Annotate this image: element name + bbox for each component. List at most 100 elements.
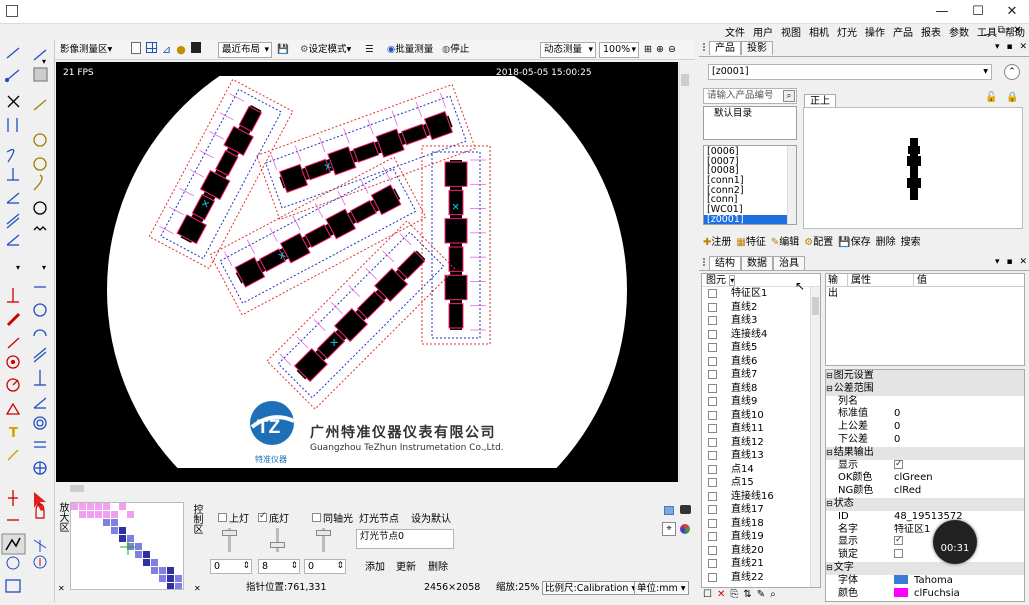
- tree-item-checkbox[interactable]: [708, 478, 717, 488]
- panel-close-icon[interactable]: ✕: [1019, 257, 1027, 267]
- lock-icon[interactable]: 🔒: [1006, 92, 1018, 103]
- recent-layout-select[interactable]: 最近布局: [218, 42, 272, 58]
- spinner-icon[interactable]: ⇕: [336, 560, 344, 573]
- collapse-icon[interactable]: ⊟: [826, 370, 833, 383]
- tree-item-checkbox[interactable]: [708, 410, 717, 420]
- property-row[interactable]: 颜色 clFuchsia: [826, 588, 1024, 601]
- tree-item-checkbox[interactable]: [708, 383, 717, 393]
- checkbox[interactable]: [218, 513, 227, 522]
- tab-projection[interactable]: 投影: [741, 41, 773, 55]
- tree-item[interactable]: 连接线16: [702, 490, 820, 504]
- tree-item-checkbox[interactable]: [708, 316, 717, 326]
- drawing-tools-icons[interactable]: T ▾ ▾ ▾: [0, 40, 55, 602]
- unit-select[interactable]: 单位:mm ▾: [634, 581, 689, 595]
- product-action-4[interactable]: 💾保存: [838, 233, 870, 248]
- tree-item[interactable]: 直线8: [702, 382, 820, 396]
- property-section[interactable]: ⊟ 公差范围: [826, 382, 1024, 396]
- tree-item-checkbox[interactable]: [708, 451, 717, 461]
- checkbox[interactable]: [258, 511, 267, 522]
- product-action-1[interactable]: ▦特征: [736, 233, 765, 248]
- tree-item[interactable]: 直线13: [702, 449, 820, 463]
- menu-item-7[interactable]: 报表: [921, 24, 941, 39]
- save-icon[interactable]: [190, 42, 201, 53]
- set-default-button[interactable]: 设为默认: [411, 510, 451, 525]
- property-value[interactable]: [890, 396, 1024, 409]
- camera-snapshot-icon[interactable]: [680, 505, 691, 514]
- tab-structure[interactable]: 结构: [709, 256, 741, 270]
- property-section[interactable]: ⊟ 文字: [826, 561, 1024, 575]
- light-slider-0[interactable]: [222, 528, 237, 552]
- product-select[interactable]: [z0001] ▾: [708, 64, 992, 80]
- tab-product[interactable]: 产品: [709, 41, 741, 55]
- add-button[interactable]: 添加: [365, 558, 385, 573]
- property-value[interactable]: clFuchsia: [890, 588, 1024, 601]
- tree-item[interactable]: 点15: [702, 476, 820, 490]
- checkbox[interactable]: [312, 513, 321, 522]
- tree-item[interactable]: 直线22: [702, 571, 820, 585]
- property-row[interactable]: 列名: [826, 396, 1024, 409]
- property-row[interactable]: 标准值 0: [826, 408, 1024, 421]
- zoom-in-icon[interactable]: ⊕: [656, 42, 664, 58]
- tree-item[interactable]: 直线11: [702, 422, 820, 436]
- chart-icon[interactable]: ⊿: [162, 42, 171, 58]
- property-section[interactable]: ⊟ 状态: [826, 497, 1024, 511]
- dropdown-icon[interactable]: ▾: [995, 42, 1000, 52]
- property-value[interactable]: clGreen: [890, 472, 1024, 485]
- menu-item-4[interactable]: 灯光: [837, 24, 857, 39]
- copy-icon[interactable]: ⎘: [730, 589, 738, 600]
- crosshair-toggle-icon[interactable]: ⌖: [662, 522, 676, 536]
- light-value-input-0[interactable]: 0 ⇕: [210, 559, 252, 574]
- grid-icon[interactable]: [146, 42, 157, 53]
- delete-button[interactable]: 删除: [428, 558, 448, 573]
- calibration-select[interactable]: 比例尺:Calibration ▾: [542, 581, 640, 595]
- light-slider-2[interactable]: [316, 528, 331, 552]
- menu-item-6[interactable]: 产品: [893, 24, 913, 39]
- tree-item-checkbox[interactable]: [708, 532, 717, 542]
- tab-fixture[interactable]: 治具: [773, 256, 805, 270]
- property-row[interactable]: OK颜色 clGreen: [826, 472, 1024, 485]
- product-action-2[interactable]: ✎编辑: [771, 233, 799, 248]
- property-checkbox[interactable]: [894, 459, 903, 470]
- tree-item-checkbox[interactable]: [708, 289, 717, 299]
- tree-item[interactable]: 点14: [702, 463, 820, 477]
- property-row[interactable]: ID 48_19513572: [826, 511, 1024, 524]
- menu-item-3[interactable]: 相机: [809, 24, 829, 39]
- property-row[interactable]: 上公差 0: [826, 421, 1024, 434]
- light-value-input-1[interactable]: 8 ⇕: [258, 559, 300, 574]
- minimize-button[interactable]: —: [925, 0, 959, 24]
- menu-item-8[interactable]: 参数: [949, 24, 969, 39]
- property-value[interactable]: [890, 459, 1024, 473]
- tree-item[interactable]: 直线6: [702, 355, 820, 369]
- viewport-horizontal-scrollbar[interactable]: [56, 483, 690, 494]
- tree-item-checkbox[interactable]: [708, 356, 717, 366]
- measure-area-dropdown[interactable]: 影像测量区▾: [60, 42, 112, 58]
- zoom-select[interactable]: 100%: [599, 42, 639, 58]
- tree-item-checkbox[interactable]: [708, 572, 717, 582]
- property-value[interactable]: Tahoma: [890, 575, 1024, 588]
- tree-item-checkbox[interactable]: [708, 505, 717, 515]
- tree-item[interactable]: 直线5: [702, 341, 820, 355]
- checkbox-icon[interactable]: ☐: [703, 589, 712, 600]
- output-table[interactable]: 输出 属性 值: [825, 273, 1025, 366]
- tree-item[interactable]: 直线2: [702, 301, 820, 315]
- menu-item-5[interactable]: 操作: [865, 24, 885, 39]
- tree-item-checkbox[interactable]: [708, 545, 717, 555]
- property-row[interactable]: 显示: [826, 459, 1024, 473]
- slider-thumb[interactable]: [270, 542, 285, 548]
- list-icon[interactable]: ☰: [365, 42, 374, 58]
- dropdown-icon[interactable]: ▾: [995, 257, 1000, 267]
- tree-item-checkbox[interactable]: [708, 370, 717, 380]
- property-value[interactable]: 0: [890, 408, 1024, 421]
- search-icon[interactable]: ⌕: [783, 90, 795, 102]
- tree-item-checkbox[interactable]: [708, 424, 717, 434]
- directory-tree[interactable]: 默认目录: [703, 106, 797, 140]
- property-row[interactable]: 锁定: [826, 549, 1024, 562]
- light-checkbox-1[interactable]: 底灯: [258, 510, 289, 525]
- tree-item[interactable]: 直线20: [702, 544, 820, 558]
- slider-thumb[interactable]: [222, 530, 237, 536]
- tree-item-checkbox[interactable]: [708, 518, 717, 528]
- property-checkbox[interactable]: [894, 536, 903, 547]
- tree-item-checkbox[interactable]: [708, 559, 717, 569]
- property-section[interactable]: ⊟ 图元设置: [826, 370, 1024, 383]
- product-action-5[interactable]: 删除: [876, 233, 896, 248]
